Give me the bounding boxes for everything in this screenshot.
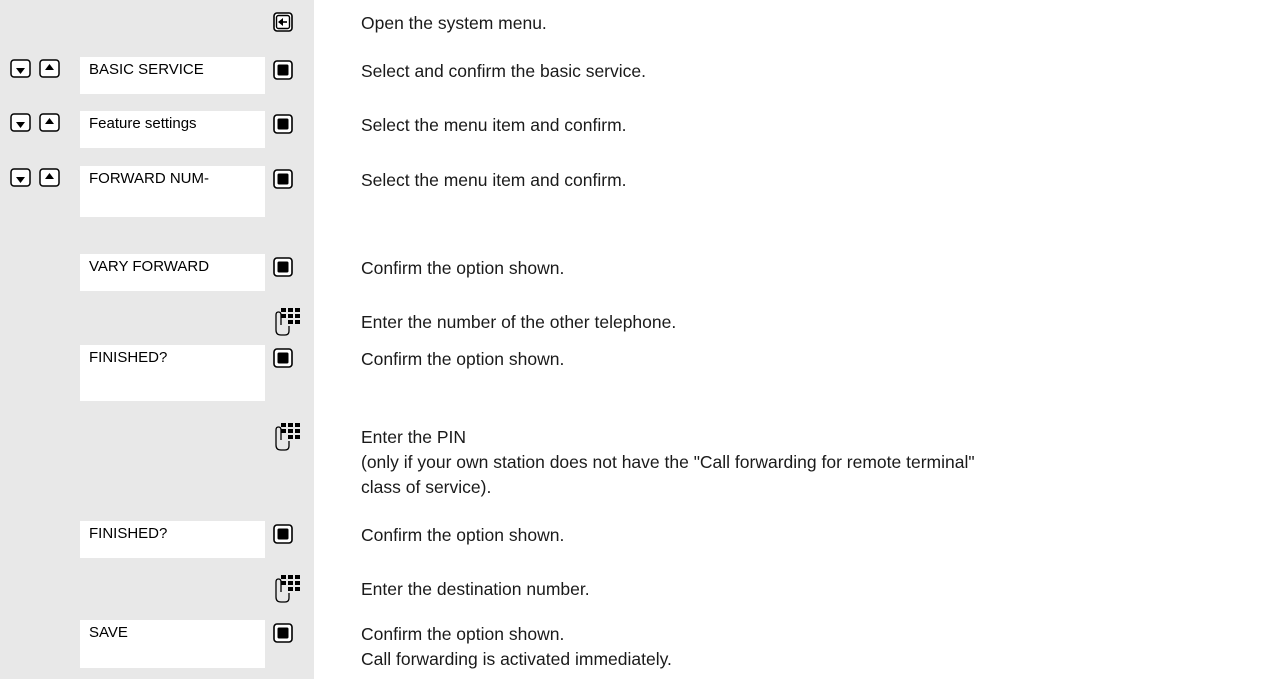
display-label: BASIC SERVICE	[80, 57, 265, 94]
scroll-up-icon	[39, 113, 60, 132]
open-menu-icon	[272, 11, 294, 33]
step-row: FINISHED? Confirm the option shown.	[0, 521, 1282, 558]
step-description: Enter the number of the other telephone.	[361, 312, 677, 332]
step-row: Feature settings Select the menu item an…	[0, 111, 1282, 148]
display-label: FINISHED?	[80, 521, 265, 558]
ok-key-icon	[272, 622, 294, 644]
step-description: Confirm the option shown.	[361, 258, 565, 278]
ok-key-icon	[272, 256, 294, 278]
step-description: Select and confirm the basic service.	[361, 61, 646, 81]
step-row: Open the system menu.	[0, 9, 1282, 39]
display-label: FINISHED?	[80, 345, 265, 401]
scroll-up-icon	[39, 59, 60, 78]
nav-keys	[10, 112, 70, 132]
display-label: FORWARD NUM-	[80, 166, 265, 217]
nav-keys	[10, 58, 70, 78]
ok-key-icon	[272, 347, 294, 369]
scroll-down-icon	[10, 59, 31, 78]
ok-key-icon	[272, 168, 294, 190]
step-row: Enter the number of the other telephone.	[0, 308, 1282, 338]
step-row: Enter the destination number.	[0, 575, 1282, 605]
ok-key-icon	[272, 113, 294, 135]
step-description: Select the menu item and confirm.	[361, 115, 627, 135]
display-label: Feature settings	[80, 111, 265, 148]
step-description: Select the menu item and confirm.	[361, 170, 627, 190]
scroll-down-icon	[10, 113, 31, 132]
step-row: BASIC SERVICE Select and confirm the bas…	[0, 57, 1282, 94]
ok-key-icon	[272, 523, 294, 545]
keypad-icon	[272, 306, 302, 338]
step-row: FINISHED? Confirm the option shown.	[0, 345, 1282, 401]
display-label: SAVE	[80, 620, 265, 668]
scroll-up-icon	[39, 168, 60, 187]
step-description: Enter the destination number.	[361, 579, 590, 599]
display-label: VARY FORWARD	[80, 254, 265, 291]
step-description: Confirm the option shown.	[361, 525, 565, 545]
ok-key-icon	[272, 59, 294, 81]
step-description: Open the system menu.	[361, 13, 547, 33]
step-description: Enter the PIN (only if your own station …	[361, 427, 975, 497]
step-description: Confirm the option shown.	[361, 349, 565, 369]
step-row: FORWARD NUM- Select the menu item and co…	[0, 166, 1282, 217]
keypad-icon	[272, 573, 302, 605]
nav-keys	[10, 167, 70, 187]
step-row: Enter the PIN (only if your own station …	[0, 423, 1282, 513]
keypad-icon	[272, 421, 302, 453]
scroll-down-icon	[10, 168, 31, 187]
step-description: Confirm the option shown. Call forwardin…	[361, 624, 672, 669]
step-row: VARY FORWARD Confirm the option shown.	[0, 254, 1282, 291]
step-row: SAVE Confirm the option shown. Call forw…	[0, 620, 1282, 679]
